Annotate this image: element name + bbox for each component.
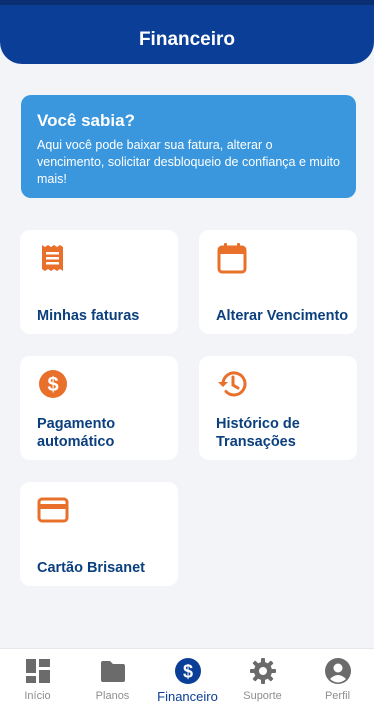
nav-item-planos[interactable]: Planos bbox=[75, 649, 150, 710]
nav-label: Financeiro bbox=[157, 689, 218, 704]
tile-historico-transacoes[interactable]: Histórico de Transações bbox=[199, 356, 357, 460]
tile-alterar-vencimento[interactable]: Alterar Vencimento bbox=[199, 230, 357, 334]
nav-item-inicio[interactable]: Início bbox=[0, 649, 75, 710]
app-header: Financeiro bbox=[0, 0, 374, 64]
tile-label: Histórico de Transações bbox=[216, 416, 300, 450]
nav-label: Planos bbox=[95, 690, 130, 702]
folder-icon bbox=[99, 657, 127, 685]
history-icon bbox=[216, 368, 248, 400]
nav-item-perfil[interactable]: Perfil bbox=[300, 649, 374, 710]
receipt-icon bbox=[37, 242, 69, 274]
credit-card-icon bbox=[37, 494, 69, 526]
page-title: Financeiro bbox=[138, 29, 236, 50]
info-card-text: Aqui você pode baixar sua fatura, altera… bbox=[37, 138, 340, 186]
bottom-nav: Início Planos $ Financeiro Suporte Perfi… bbox=[0, 648, 374, 710]
dashboard-icon bbox=[24, 657, 52, 685]
dollar-coin-icon: $ bbox=[174, 657, 202, 685]
nav-label: Suporte bbox=[243, 690, 282, 702]
info-card: Você sabia? Aqui você pode baixar sua fa… bbox=[21, 95, 356, 198]
tile-minhas-faturas[interactable]: Minhas faturas bbox=[20, 230, 178, 334]
tile-label: Alterar Vencimento bbox=[216, 308, 349, 324]
nav-label: Perfil bbox=[324, 690, 351, 702]
user-circle-icon bbox=[324, 657, 352, 685]
nav-item-suporte[interactable]: Suporte bbox=[225, 649, 300, 710]
nav-item-financeiro[interactable]: $ Financeiro bbox=[150, 649, 225, 710]
svg-text:$: $ bbox=[47, 374, 58, 396]
info-card-title: Você sabia? bbox=[37, 111, 135, 130]
svg-text:$: $ bbox=[183, 662, 193, 682]
calendar-icon bbox=[216, 242, 248, 274]
dollar-coin-icon: $ bbox=[37, 368, 69, 400]
tile-pagamento-automatico[interactable]: $ Pagamento automático bbox=[20, 356, 178, 460]
gear-icon bbox=[249, 657, 277, 685]
tile-label: Minhas faturas bbox=[37, 308, 140, 324]
tile-label: Cartão Brisanet bbox=[37, 560, 145, 576]
tile-label: Pagamento automático bbox=[37, 416, 116, 450]
tile-cartao-brisanet[interactable]: Cartão Brisanet bbox=[20, 482, 178, 586]
nav-label: Início bbox=[24, 690, 51, 702]
